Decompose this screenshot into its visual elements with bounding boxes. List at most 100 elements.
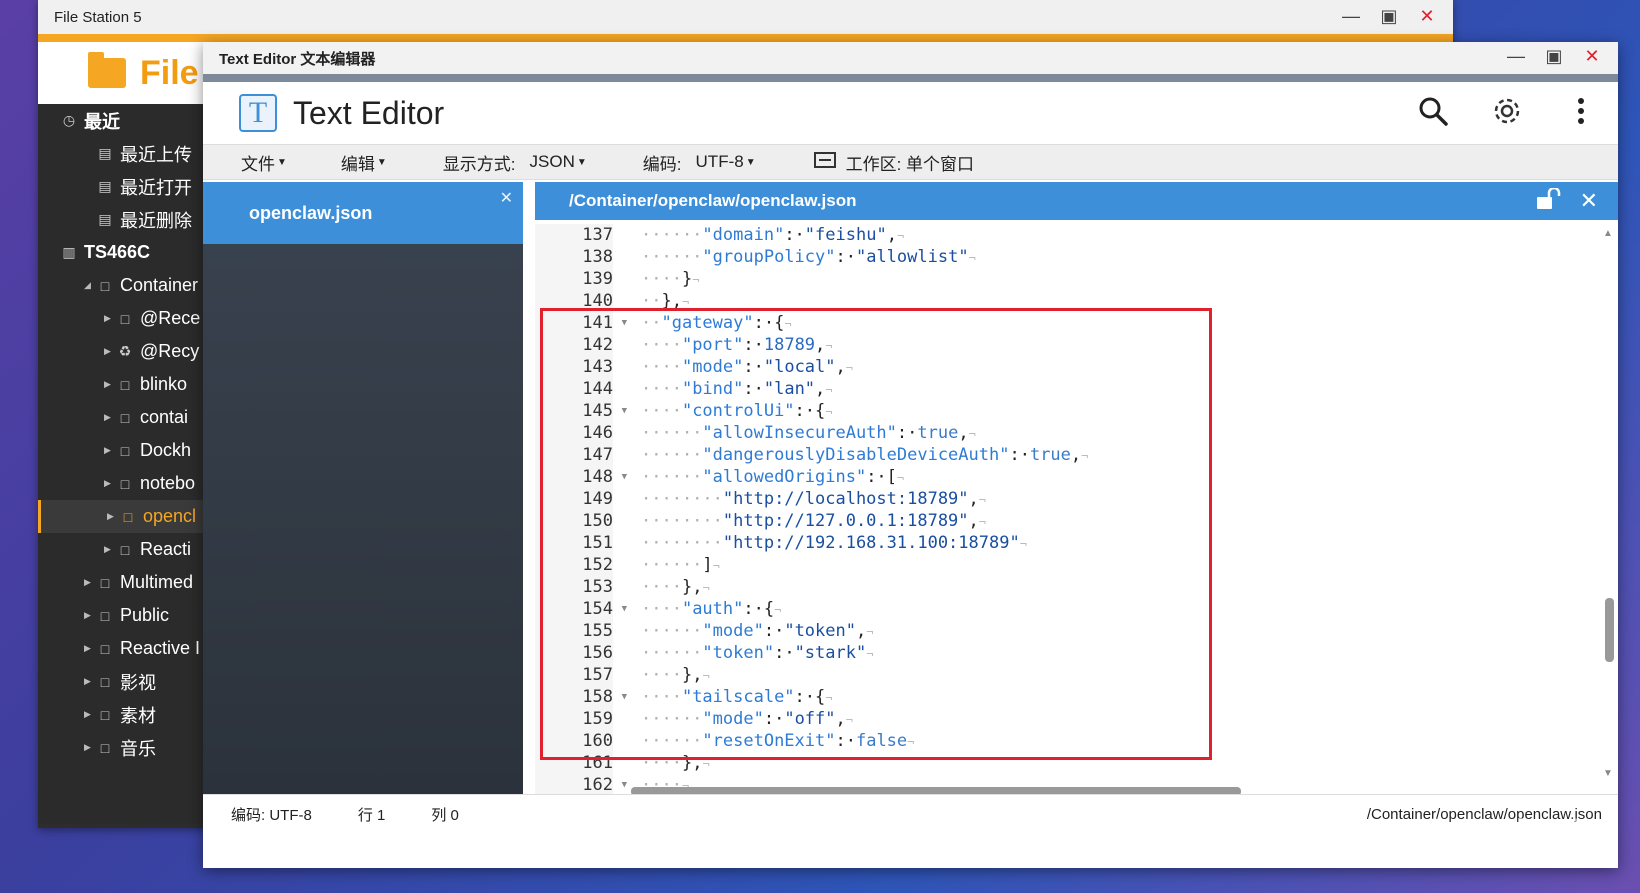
caret-down-icon: ▼: [745, 156, 756, 168]
expand-right-icon[interactable]: ▶: [104, 544, 114, 555]
list-icon: ▤: [98, 211, 112, 227]
expand-right-icon[interactable]: ▶: [84, 676, 94, 687]
sidebar-item[interactable]: ◷ 最近: [38, 104, 203, 137]
sidebar-item[interactable]: ▶ □ Dockh: [38, 434, 203, 467]
sidebar-item[interactable]: ◢ □ Container: [38, 269, 203, 302]
sidebar-item-label: Dockh: [140, 440, 192, 460]
status-encoding: 编码: UTF-8: [231, 807, 312, 824]
list-icon: ▤: [98, 145, 112, 161]
code-content: }: [681, 269, 693, 289]
menu-edit[interactable]: 编辑 ▼: [341, 150, 387, 175]
text-editor-window: Text Editor 文本编辑器 — ▣ ✕ T Text Editor 文件…: [203, 42, 1618, 868]
sidebar-item[interactable]: ▶ □ Reacti: [38, 533, 203, 566]
folder-icon: □: [120, 310, 130, 327]
code-line[interactable]: 137 ······"domain":·"feishu",¬: [535, 224, 904, 246]
sidebar-item[interactable]: ▶ □ @Rece: [38, 302, 203, 335]
vertical-scroll-thumb[interactable]: [1605, 598, 1614, 662]
code-line[interactable]: 139 ····}¬: [535, 268, 699, 290]
close-icon[interactable]: ✕: [1417, 6, 1437, 26]
sidebar-item-label: Reactive I: [120, 638, 201, 658]
menu-workspace[interactable]: 工作区: 单个窗口: [813, 150, 974, 175]
sidebar-item-label: TS466C: [84, 242, 151, 262]
expand-right-icon[interactable]: ▶: [107, 511, 117, 522]
more-options-icon[interactable]: [1564, 94, 1598, 128]
text-editor-titlebar: Text Editor 文本编辑器 — ▣ ✕: [203, 42, 1618, 82]
maximize-icon[interactable]: ▣: [1544, 46, 1564, 66]
folder-icon: □: [100, 739, 110, 756]
vertical-scrollbar[interactable]: ▲ ▼: [1603, 228, 1615, 788]
sidebar-item-label: 最近打开: [120, 177, 192, 198]
sidebar-item[interactable]: ▥ TS466C: [38, 236, 203, 269]
expand-right-icon[interactable]: ▶: [84, 577, 94, 588]
sidebar-item[interactable]: ▤ 最近删除: [38, 203, 203, 236]
editor-pane: /Container/openclaw/openclaw.json ✕ 137 ·…: [535, 182, 1618, 797]
expand-down-icon[interactable]: ◢: [84, 280, 94, 291]
close-file-icon[interactable]: ✕: [1580, 188, 1598, 216]
minimize-icon[interactable]: —: [1506, 46, 1526, 66]
expand-right-icon[interactable]: ▶: [104, 379, 114, 390]
file-station-titlebar: File Station 5 — ▣ ✕: [38, 0, 1453, 42]
folder-icon: □: [100, 706, 110, 723]
caret-down-icon: ▼: [576, 156, 587, 168]
sidebar-item[interactable]: ▶ □ contai: [38, 401, 203, 434]
status-col: 列 0: [431, 807, 459, 824]
indent-whitespace: ······: [641, 225, 703, 245]
sidebar-item[interactable]: ▶ □ 音乐: [38, 731, 203, 764]
status-row: 行 1: [357, 807, 386, 824]
sidebar-item[interactable]: ▶ □ Reactive I: [38, 632, 203, 665]
expand-right-icon[interactable]: ▶: [84, 643, 94, 654]
sidebar-item[interactable]: ▶ □ opencl: [38, 500, 203, 533]
code-text: ····}¬: [613, 269, 699, 289]
menu-encoding[interactable]: 编码: UTF-8 ▼: [643, 150, 756, 175]
recycle-icon: ♻: [118, 343, 132, 359]
expand-right-icon[interactable]: ▶: [104, 478, 114, 489]
sidebar-item[interactable]: ▶ □ blinko: [38, 368, 203, 401]
editor-body: openclaw.json ✕ /Container/openclaw/open…: [203, 182, 1618, 797]
tab-close-icon[interactable]: ✕: [500, 188, 513, 208]
expand-right-icon[interactable]: ▶: [104, 346, 114, 357]
sidebar-item[interactable]: ▶ □ 影视: [38, 665, 203, 698]
expand-right-icon[interactable]: ▶: [84, 709, 94, 720]
minimize-icon[interactable]: —: [1341, 6, 1361, 26]
file-station-sidebar: ◷ 最近 ▤ 最近上传 ▤ 最近打开 ▤ 最近删除 ▥ TS466C ◢ □ Container ▶ □ @R…: [38, 104, 203, 824]
menu-file[interactable]: 文件 ▼: [241, 150, 287, 175]
open-file-tab[interactable]: openclaw.json ✕: [203, 182, 523, 244]
sidebar-item[interactable]: ▤ 最近上传: [38, 137, 203, 170]
sidebar-item[interactable]: ▶ □ Multimed: [38, 566, 203, 599]
code-line[interactable]: 138 ······"groupPolicy":·"allowlist"¬: [535, 246, 976, 268]
sidebar-item[interactable]: ▶ □ 素材: [38, 698, 203, 731]
code-text: ······"domain":·"feishu",¬: [613, 225, 904, 245]
expand-right-icon[interactable]: ▶: [104, 445, 114, 456]
gear-icon[interactable]: [1490, 94, 1524, 128]
scroll-up-icon[interactable]: ▲: [1603, 228, 1613, 239]
expand-right-icon[interactable]: ▶: [104, 313, 114, 324]
line-number-text: 162: [582, 775, 613, 795]
maximize-icon[interactable]: ▣: [1379, 6, 1399, 26]
sidebar-item-label: @Recy: [140, 341, 200, 361]
sidebar-item-label: @Rece: [140, 308, 201, 328]
expand-right-icon[interactable]: ▶: [104, 412, 114, 423]
sidebar-item[interactable]: ▶ □ notebo: [38, 467, 203, 500]
folder-icon: □: [120, 409, 130, 426]
app-title: Text Editor: [293, 94, 445, 131]
menu-display-mode[interactable]: 显示方式: JSON ▼: [443, 150, 587, 175]
sidebar-item-label: 最近删除: [120, 210, 192, 231]
scroll-down-icon[interactable]: ▼: [1603, 768, 1613, 779]
line-number-text: 139: [582, 269, 613, 289]
search-icon[interactable]: [1416, 94, 1450, 128]
close-icon[interactable]: ✕: [1582, 46, 1602, 66]
end-of-line-marker: ¬: [681, 295, 690, 309]
code-content: "domain":·"feishu",: [702, 225, 897, 245]
sidebar-item[interactable]: ▶ ♻ @Recy: [38, 335, 203, 368]
file-path-bar: /Container/openclaw/openclaw.json ✕: [535, 182, 1618, 220]
folder-icon: □: [120, 376, 130, 393]
file-path: /Container/openclaw/openclaw.json: [569, 191, 857, 210]
expand-right-icon[interactable]: ▶: [84, 610, 94, 621]
sidebar-item[interactable]: ▶ □ Public: [38, 599, 203, 632]
sidebar-item-label: notebo: [140, 473, 196, 493]
sidebar-item[interactable]: ▤ 最近打开: [38, 170, 203, 203]
folder-icon: □: [100, 574, 110, 591]
unlock-icon[interactable]: [1536, 186, 1562, 216]
expand-right-icon[interactable]: ▶: [84, 742, 94, 753]
code-editor[interactable]: 137 ······"domain":·"feishu",¬ 138 ······"g…: [535, 220, 1618, 797]
